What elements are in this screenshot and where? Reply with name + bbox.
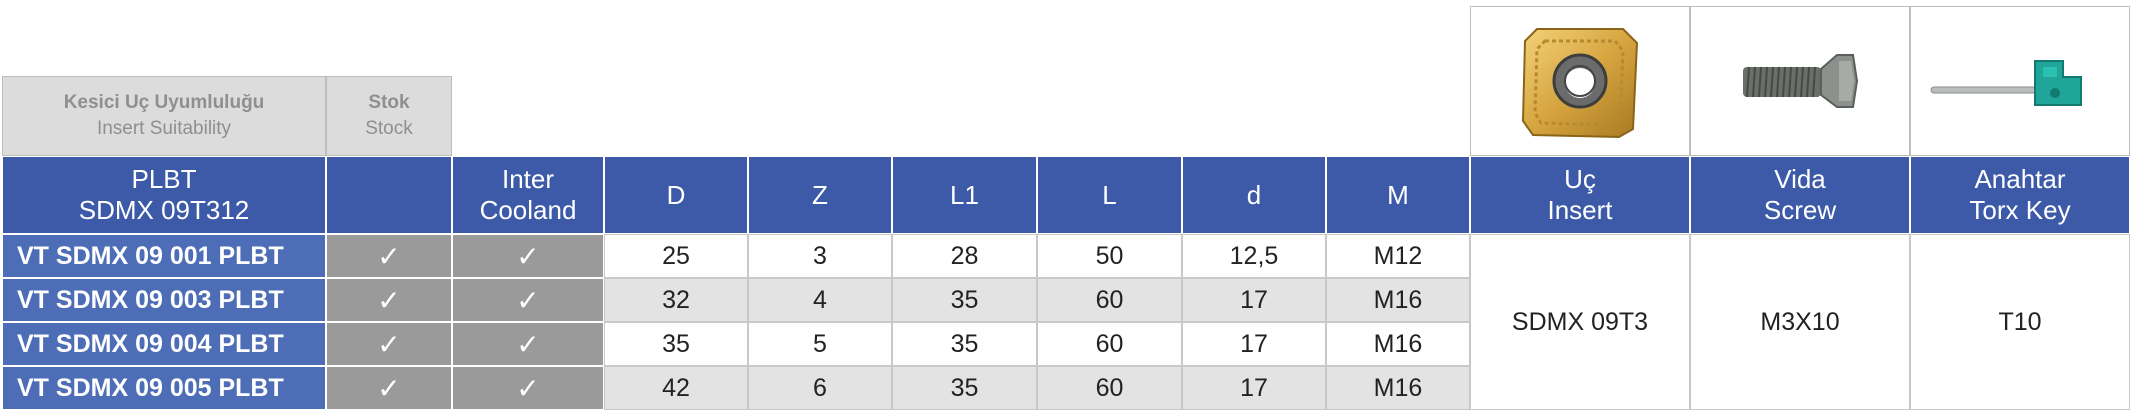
- row-1-d: 12,5: [1182, 234, 1326, 278]
- screw-line2: Screw: [1763, 195, 1837, 225]
- screw-image: [1743, 54, 1859, 108]
- row-4-L: 60: [1037, 366, 1182, 410]
- row-2-d: 17: [1182, 278, 1326, 322]
- row-3-L: 60: [1037, 322, 1182, 366]
- coolant-line1: Inter: [501, 164, 555, 194]
- row-1-coolant-check: ✓: [452, 234, 604, 278]
- row-4-d: 17: [1182, 366, 1326, 410]
- row-3-product-code: VT SDMX 09 004 PLBT: [2, 322, 326, 366]
- row-1-Z: 3: [748, 234, 892, 278]
- stock-header: Stok Stock: [326, 76, 452, 156]
- row-3-L1: 35: [892, 322, 1037, 366]
- row-2-coolant-check: ✓: [452, 278, 604, 322]
- row-4-Z: 6: [748, 366, 892, 410]
- column-header-coolant: Inter Cooland: [452, 156, 604, 234]
- column-header-L: L: [1037, 156, 1182, 234]
- row-1-L1: 28: [892, 234, 1037, 278]
- row-2-D: 32: [604, 278, 748, 322]
- row-1-L: 50: [1037, 234, 1182, 278]
- column-header-M: M: [1326, 156, 1470, 234]
- column-header-insert-type: PLBT SDMX 09T312: [2, 156, 326, 234]
- column-header-screw: Vida Screw: [1690, 156, 1910, 234]
- screw-line1: Vida: [1774, 164, 1826, 194]
- insert-suitability-title-tr: Kesici Uç Uyumluluğu: [63, 92, 265, 113]
- row-3-insert-check: ✓: [326, 322, 452, 366]
- row-4-insert-check: ✓: [326, 366, 452, 410]
- insert-type-line2: SDMX 09T312: [78, 195, 250, 225]
- row-4-M: M16: [1326, 366, 1470, 410]
- row-4-L1: 35: [892, 366, 1037, 410]
- insert-type-line1: PLBT: [131, 164, 197, 194]
- insert-image: [1521, 28, 1639, 139]
- row-2-M: M16: [1326, 278, 1470, 322]
- row-2-L: 60: [1037, 278, 1182, 322]
- row-3-Z: 5: [748, 322, 892, 366]
- insert-suitability-title-en: Insert Suitability: [96, 118, 232, 139]
- torx-key-image: [1930, 60, 2082, 106]
- row-1-insert-check: ✓: [326, 234, 452, 278]
- torx-key-image-cell: [1910, 6, 2130, 156]
- row-2-product-code: VT SDMX 09 003 PLBT: [2, 278, 326, 322]
- column-header-D: D: [604, 156, 748, 234]
- column-header-Z: Z: [748, 156, 892, 234]
- stock-title-tr: Stok: [368, 92, 410, 113]
- row-3-M: M16: [1326, 322, 1470, 366]
- row-4-D: 42: [604, 366, 748, 410]
- insert-line1: Uç: [1564, 164, 1596, 194]
- column-header-stock: [326, 156, 452, 234]
- column-header-d: d: [1182, 156, 1326, 234]
- row-3-D: 35: [604, 322, 748, 366]
- row-2-L1: 35: [892, 278, 1037, 322]
- torx-key-line2: Torx Key: [1969, 195, 2071, 225]
- row-4-product-code: VT SDMX 09 005 PLBT: [2, 366, 326, 410]
- accessory-insert-value: SDMX 09T3: [1470, 234, 1690, 410]
- row-2-Z: 4: [748, 278, 892, 322]
- row-1-M: M12: [1326, 234, 1470, 278]
- coolant-line2: Cooland: [479, 195, 577, 225]
- row-3-coolant-check: ✓: [452, 322, 604, 366]
- column-header-L1: L1: [892, 156, 1037, 234]
- row-3-d: 17: [1182, 322, 1326, 366]
- torx-key-line1: Anahtar: [1974, 164, 2066, 194]
- row-4-coolant-check: ✓: [452, 366, 604, 410]
- row-1-D: 25: [604, 234, 748, 278]
- column-header-torx-key: Anahtar Torx Key: [1910, 156, 2130, 234]
- row-1-product-code: VT SDMX 09 001 PLBT: [2, 234, 326, 278]
- insert-image-cell: [1470, 6, 1690, 156]
- stock-title-en: Stock: [365, 118, 413, 139]
- accessory-screw-value: M3X10: [1690, 234, 1910, 410]
- insert-suitability-header: Kesici Uç Uyumluluğu Insert Suitability: [2, 76, 326, 156]
- screw-image-cell: [1690, 6, 1910, 156]
- row-2-insert-check: ✓: [326, 278, 452, 322]
- insert-line2: Insert: [1547, 195, 1613, 225]
- accessory-torx-key-value: T10: [1910, 234, 2130, 410]
- column-header-insert: Uç Insert: [1470, 156, 1690, 234]
